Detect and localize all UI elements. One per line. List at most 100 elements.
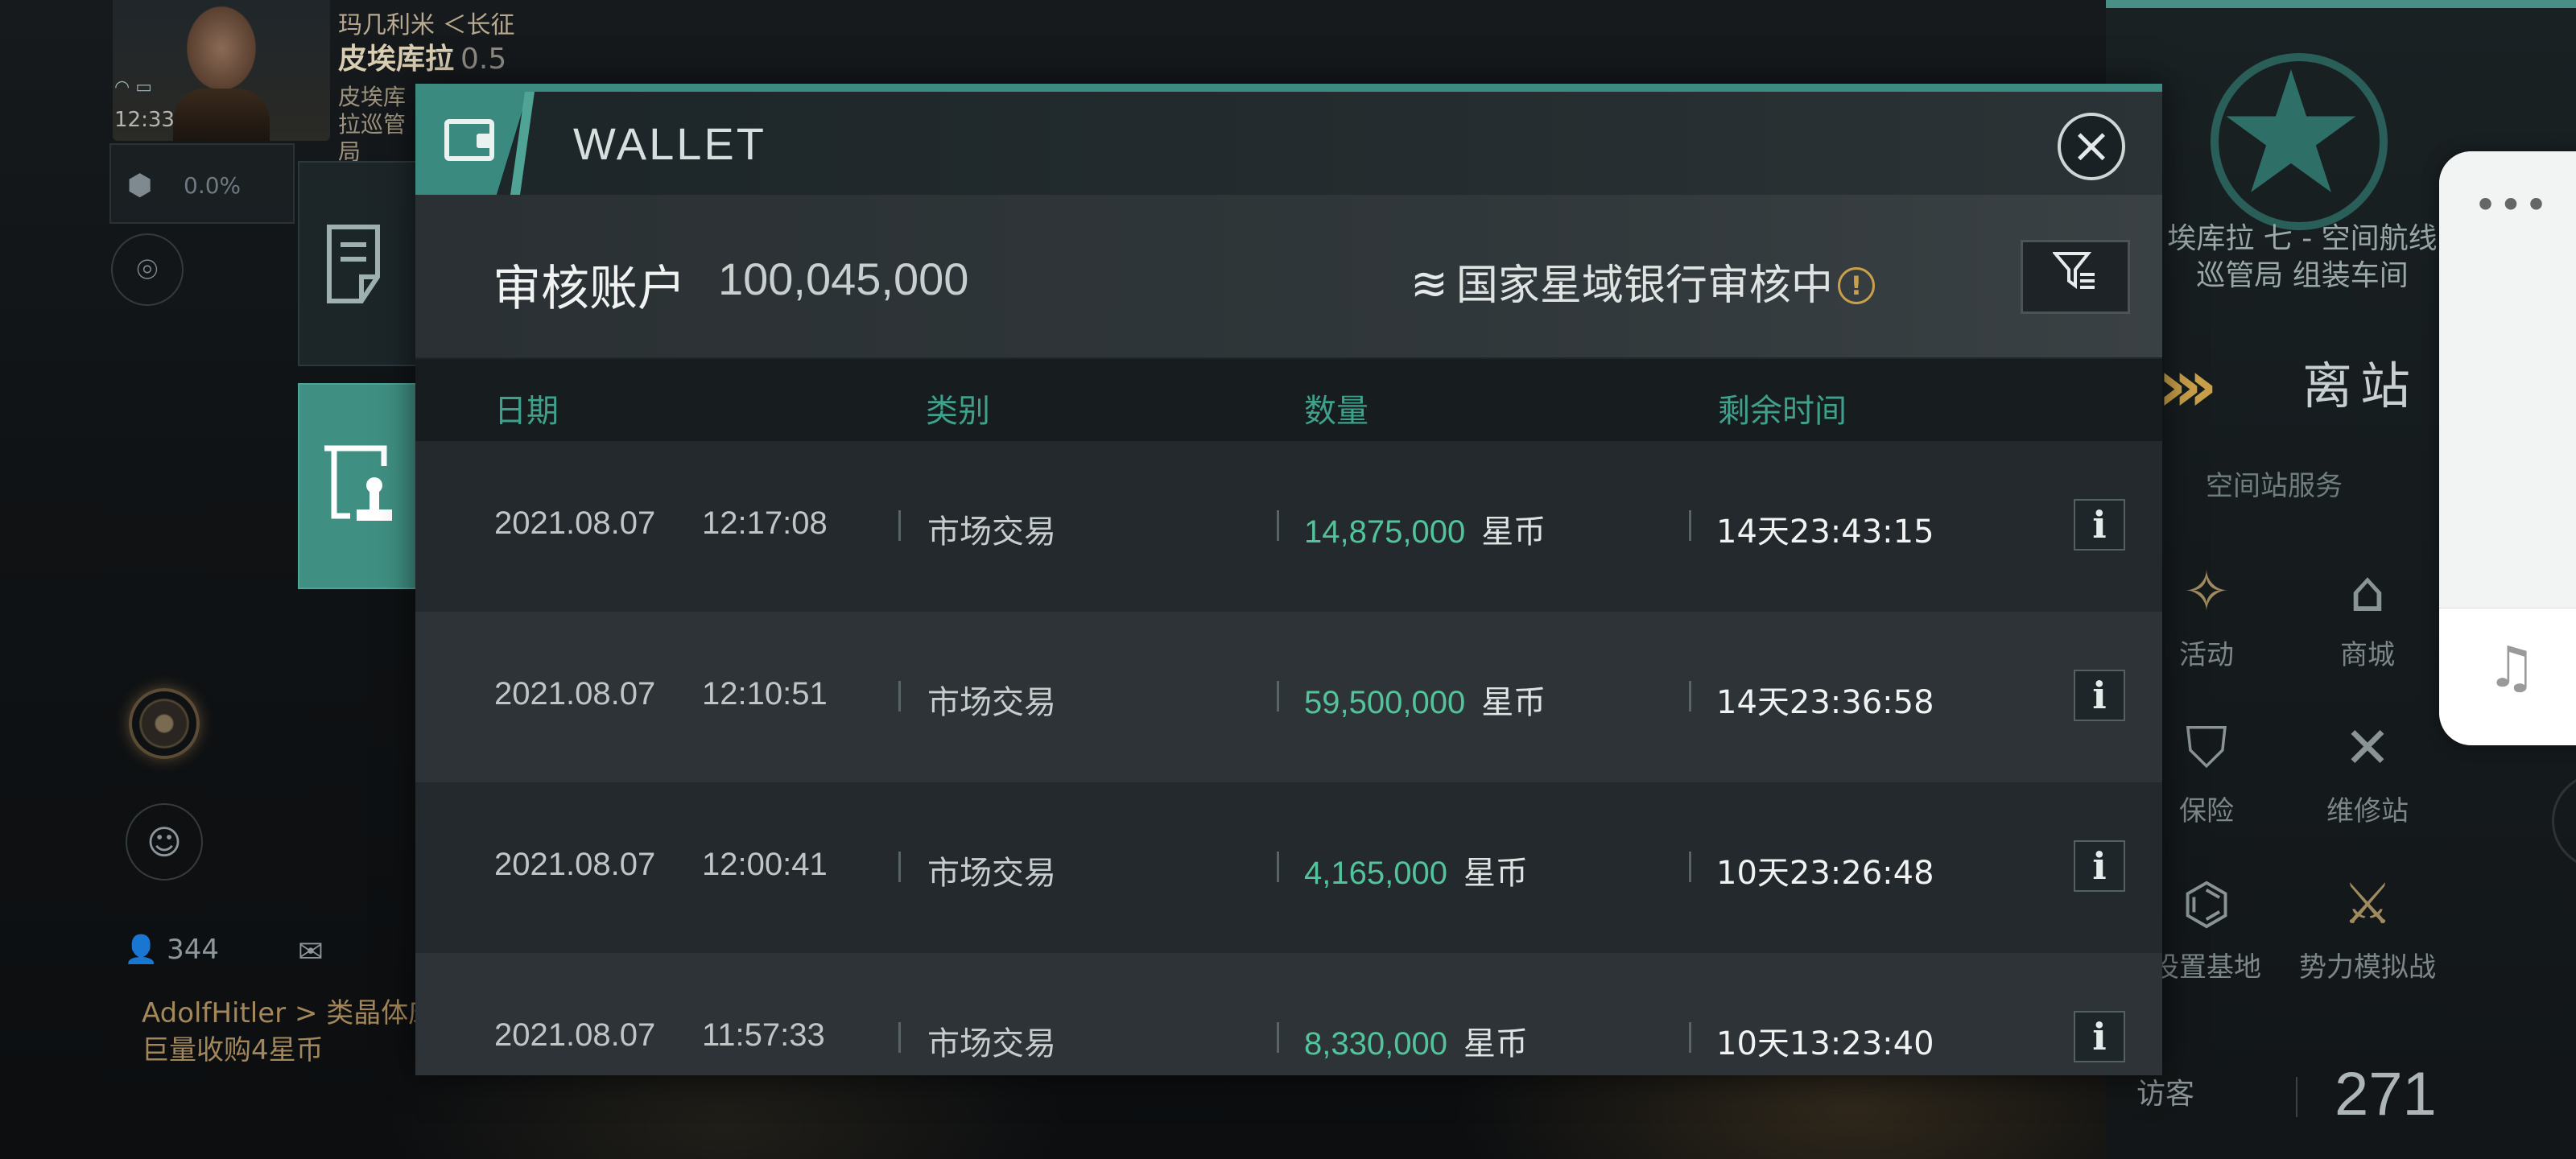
wrench-icon: ✕: [2343, 715, 2392, 781]
service-label: 势力模拟战: [2299, 951, 2436, 984]
chat-line: AdolfHitler > 类晶体床: [142, 997, 415, 1029]
row-remaining: 14天23:43:15: [1716, 514, 1934, 551]
row-date: 2021.08.07: [494, 676, 656, 711]
row-remaining: 10天23:26:48: [1716, 855, 1934, 892]
info-button[interactable]: i: [2074, 1011, 2125, 1062]
station-services-title: 空间站服务: [2206, 470, 2343, 502]
person-icon: 👤: [124, 934, 159, 966]
close-button[interactable]: ×: [2058, 113, 2125, 180]
player-name: 皮埃库拉 0.5: [338, 35, 506, 77]
row-time: 12:17:08: [702, 505, 828, 541]
table-row[interactable]: 2021.08.07 12:00:41 市场交易 4,165,000 星币 10天…: [415, 782, 2162, 953]
contacts-indicator[interactable]: 👤 344: [124, 934, 219, 966]
service-label: 商城: [2340, 639, 2395, 671]
document-icon: [327, 224, 380, 303]
divider: [898, 852, 901, 882]
row-time: 11:57:33: [702, 1017, 825, 1053]
cargo-percent: 0.0%: [184, 172, 242, 199]
service-label: 维修站: [2326, 795, 2409, 827]
location-pin-icon[interactable]: ⌾: [111, 233, 184, 306]
row-amount-value: 8,330,000: [1304, 1026, 1447, 1062]
scanner-ring-icon[interactable]: [129, 688, 200, 759]
row-category: 市场交易: [927, 514, 1056, 551]
row-amount: 59,500,000 星币: [1304, 676, 1546, 723]
divider: [1277, 852, 1279, 882]
info-button[interactable]: i: [2074, 670, 2125, 721]
divider: [2296, 1077, 2297, 1117]
table-row[interactable]: 2021.08.07 12:17:08 市场交易 14,875,000 星币 14…: [415, 441, 2162, 612]
bank-status[interactable]: ≋ 国家星域银行审核中!: [1410, 251, 1875, 311]
account-summary: 审核账户 100,045,000 ≋ 国家星域银行审核中!: [415, 195, 2162, 359]
contacts-count: 344: [167, 934, 220, 966]
filter-button[interactable]: [2021, 240, 2130, 314]
info-button[interactable]: i: [2074, 840, 2125, 892]
undock-label: 离站: [2302, 357, 2419, 415]
more-options-icon[interactable]: •••: [2439, 182, 2576, 229]
chat-preview[interactable]: AdolfHitler > 类晶体床 巨量收购4星币: [142, 995, 415, 1069]
document-tab[interactable]: [298, 161, 419, 366]
row-amount-unit: 星币: [1463, 1025, 1528, 1062]
divider: [1689, 510, 1691, 541]
filter-icon: [2051, 252, 2095, 289]
chat-line: 巨量收购4星币: [142, 1034, 324, 1066]
wallet-title: WALLET: [573, 118, 766, 169]
music-note-icon[interactable]: ♫: [2439, 634, 2576, 700]
warning-icon[interactable]: !: [1837, 267, 1875, 304]
service-repair[interactable]: ✕ 维修站: [2291, 711, 2444, 828]
divider: [1689, 1022, 1691, 1053]
service-label: 活动: [2179, 639, 2234, 671]
info-button[interactable]: i: [2074, 499, 2125, 551]
column-header-date: 日期: [494, 393, 559, 430]
column-header-category: 类别: [926, 393, 990, 430]
bank-status-text: 国家星域银行审核中: [1455, 262, 1833, 310]
service-label: 保险: [2179, 795, 2234, 827]
row-date: 2021.08.07: [494, 1017, 656, 1053]
undock-button[interactable]: ››› 离站: [2157, 346, 2463, 427]
row-category: 市场交易: [927, 855, 1056, 892]
player-name-text: 皮埃库拉: [338, 43, 455, 76]
divider: [1689, 852, 1691, 882]
crossed-flags-icon: ⚔: [2342, 871, 2393, 937]
divider: [1689, 681, 1691, 711]
mall-icon: ⌂: [2349, 559, 2386, 625]
table-row[interactable]: 2021.08.07 11:57:33 市场交易 8,330,000 星币 10天…: [415, 953, 2162, 1075]
table-row[interactable]: 2021.08.07 12:10:51 市场交易 59,500,000 星币 14…: [415, 612, 2162, 782]
wallet-contract-tab[interactable]: [298, 383, 419, 589]
mail-icon[interactable]: ✉: [298, 934, 324, 969]
station-name: 埃库拉 七 - 空间航线巡管局 组装车间: [2167, 222, 2438, 292]
row-amount: 8,330,000 星币: [1304, 1017, 1528, 1064]
clock: 12:33: [114, 108, 175, 132]
row-amount-unit: 星币: [1481, 684, 1546, 721]
column-header-amount: 数量: [1304, 393, 1368, 430]
row-amount-unit: 星币: [1481, 514, 1546, 551]
cargo-indicator[interactable]: ⬢ 0.0%: [109, 143, 295, 224]
waves-icon: ≋: [1410, 258, 1448, 311]
row-date: 2021.08.07: [494, 505, 656, 541]
game-screen: 玛几利米 ＜长征 皮埃库拉 0.5 皮埃库拉巡管局 ◠ ▭ 12:33 ⬢ 0.0…: [0, 0, 2576, 1159]
chevrons-icon: ›››: [2157, 344, 2218, 428]
wallet-dialog: WALLET × 审核账户 100,045,000 ≋ 国家星域银行审核中! 日期…: [415, 84, 2162, 1075]
row-amount: 4,165,000 星币: [1304, 847, 1528, 893]
transaction-list[interactable]: 2021.08.07 12:17:08 市场交易 14,875,000 星币 14…: [415, 441, 2162, 1075]
accent-line: [415, 84, 2162, 92]
divider: [898, 681, 901, 711]
row-time: 12:00:41: [702, 847, 828, 882]
row-remaining: 14天23:36:58: [1716, 684, 1934, 721]
row-time: 12:10:51: [702, 676, 828, 711]
service-faction-war[interactable]: ⚔ 势力模拟战: [2291, 868, 2444, 984]
divider: [1277, 681, 1279, 711]
divider: [898, 1022, 901, 1053]
wifi-battery-icon: ◠ ▭: [114, 77, 152, 97]
wallet-icon: [444, 119, 494, 161]
row-category: 市场交易: [927, 684, 1056, 721]
security-status: 0.5: [460, 43, 507, 76]
row-amount-unit: 星币: [1463, 855, 1528, 892]
row-amount: 14,875,000 星币: [1304, 505, 1546, 552]
table-header: 日期 类别 数量 剩余时间: [415, 359, 2162, 441]
player-corp: 皮埃库拉巡管局: [338, 84, 407, 165]
divider: [1277, 510, 1279, 541]
service-mall[interactable]: ⌂ 商城: [2291, 555, 2444, 672]
support-headset-icon[interactable]: ☺: [126, 803, 203, 881]
visitor-label: 访客: [2136, 1078, 2195, 1111]
row-amount-value: 4,165,000: [1304, 856, 1447, 891]
